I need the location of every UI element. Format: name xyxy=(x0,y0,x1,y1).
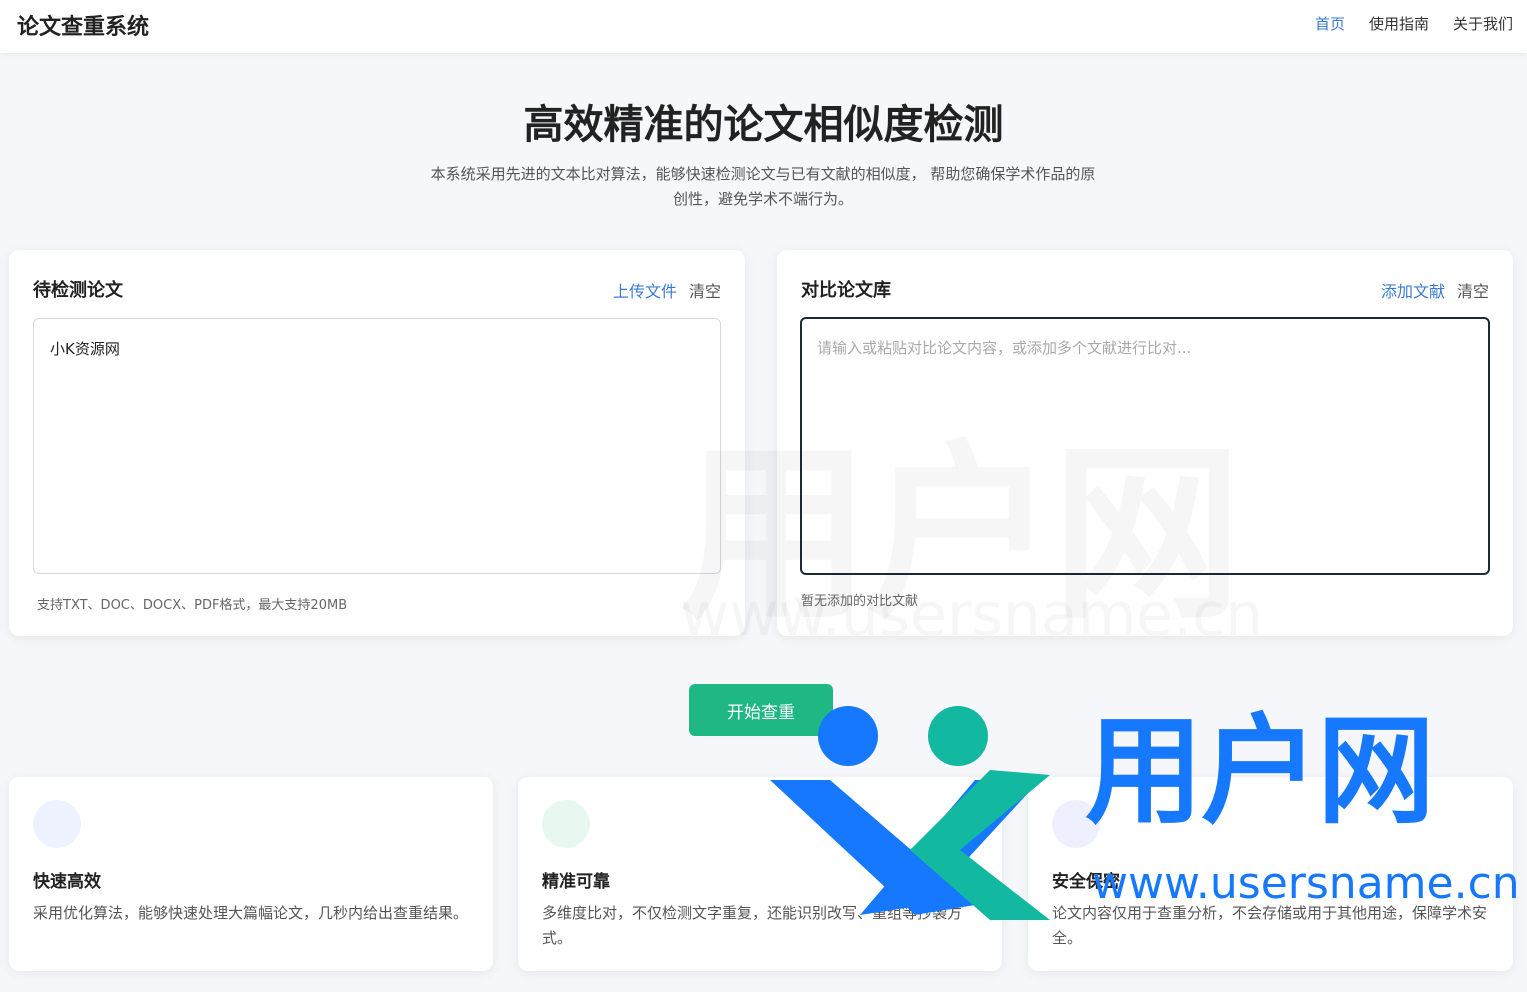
clear-paper-link[interactable]: 清空 xyxy=(689,278,721,302)
nav-about[interactable]: 关于我们 xyxy=(1453,13,1513,34)
upload-file-link[interactable]: 上传文件 xyxy=(613,278,677,302)
nav-guide[interactable]: 使用指南 xyxy=(1369,13,1429,34)
feature-desc: 论文内容仅用于查重分析，不会存储或用于其他用途，保障学术安全。 xyxy=(1052,904,1488,947)
feature-card-accuracy: 精准可靠 多维度比对，不仅检测文字重复，还能识别改写、重组等抄袭方式。 xyxy=(518,777,1002,971)
paper-format-hint: 支持TXT、DOC、DOCX、PDF格式，最大支持20MB xyxy=(37,598,348,613)
compare-textarea[interactable] xyxy=(800,317,1490,575)
clear-library-link[interactable]: 清空 xyxy=(1457,278,1489,302)
paper-input-actions: 上传文件 清空 xyxy=(613,278,721,302)
paper-input-card: 待检测论文 上传文件 清空 支持TXT、DOC、DOCX、PDF格式，最大支持2… xyxy=(9,250,745,636)
add-reference-link[interactable]: 添加文献 xyxy=(1381,278,1445,302)
feature-title: 安全保密 xyxy=(1052,872,1120,892)
feature-card-speed: 快速高效 采用优化算法，能够快速处理大篇幅论文，几秒内给出查重结果。 xyxy=(9,777,493,971)
start-check-button[interactable]: 开始查重 xyxy=(689,684,833,736)
paper-textarea[interactable] xyxy=(33,318,721,574)
check-icon xyxy=(542,800,590,848)
hero-subtitle: 本系统采用先进的文本比对算法，能够快速检测论文与已有文献的相似度， 帮助您确保学… xyxy=(430,165,1096,208)
nav-home[interactable]: 首页 xyxy=(1315,13,1345,34)
feature-card-security: 安全保密 论文内容仅用于查重分析，不会存储或用于其他用途，保障学术安全。 xyxy=(1028,777,1513,971)
lock-icon xyxy=(1052,800,1100,848)
feature-desc: 多维度比对，不仅检测文字重复，还能识别改写、重组等抄袭方式。 xyxy=(542,904,963,947)
feature-title: 快速高效 xyxy=(33,872,101,892)
compare-library-card: 对比论文库 添加文献 清空 暂无添加的对比文献 xyxy=(777,250,1513,636)
feature-desc: 采用优化算法，能够快速处理大篇幅论文，几秒内给出查重结果。 xyxy=(33,904,469,922)
compare-library-actions: 添加文献 清空 xyxy=(1381,278,1489,302)
hero-title: 高效精准的论文相似度检测 xyxy=(523,102,1004,148)
paper-input-title: 待检测论文 xyxy=(33,280,123,301)
feature-title: 精准可靠 xyxy=(542,872,610,892)
no-reference-hint: 暂无添加的对比文献 xyxy=(801,594,919,609)
brand-title[interactable]: 论文查重系统 xyxy=(17,9,149,41)
lightning-icon xyxy=(33,800,81,848)
top-navbar: 论文查重系统 首页 使用指南 关于我们 xyxy=(0,0,1527,53)
compare-library-title: 对比论文库 xyxy=(801,280,891,301)
main-nav: 首页 使用指南 关于我们 xyxy=(1315,13,1513,34)
